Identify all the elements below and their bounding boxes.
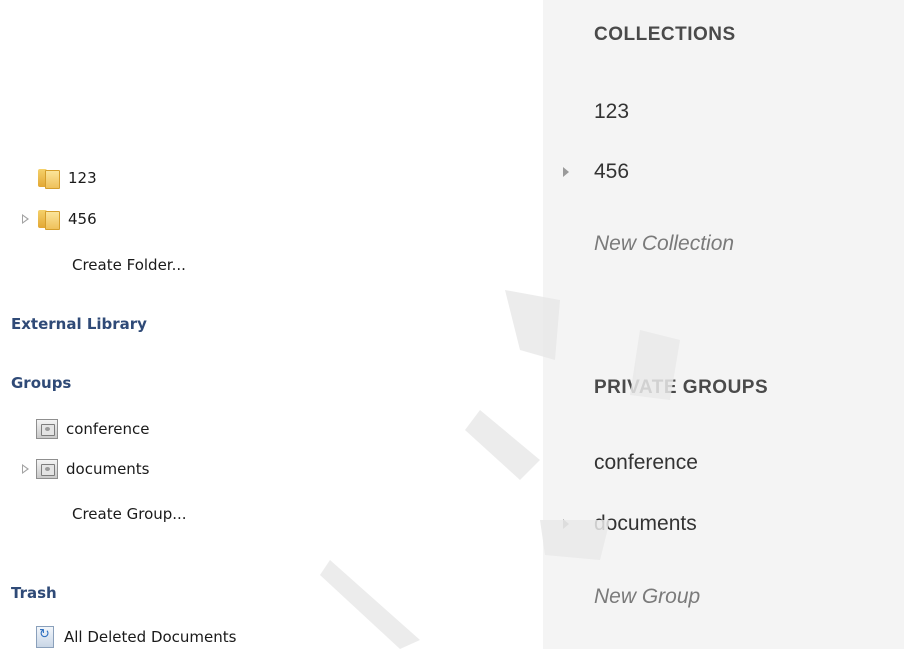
group-icon (36, 459, 58, 479)
group-item-documents[interactable]: documents (18, 457, 150, 481)
expand-triangle-icon[interactable] (21, 214, 29, 224)
groups-heading: Groups (11, 374, 72, 392)
collections-pane: COLLECTIONS 123 456 New Collection PRIVA… (543, 0, 904, 649)
group-icon (36, 419, 58, 439)
folder-label: 123 (68, 169, 97, 187)
all-deleted-documents-item[interactable]: All Deleted Documents (36, 625, 236, 649)
expand-caret-icon[interactable] (563, 167, 569, 177)
group-item-conference[interactable]: conference (18, 417, 150, 441)
recycle-document-icon (36, 626, 54, 648)
new-group-link[interactable]: New Group (594, 585, 700, 609)
folder-icon (36, 208, 60, 230)
private-groups-title: PRIVATE GROUPS (594, 377, 769, 398)
collection-item-456[interactable]: 456 (594, 160, 629, 184)
collections-title: COLLECTIONS (594, 24, 736, 45)
folder-label: 456 (68, 210, 97, 228)
create-group-link[interactable]: Create Group... (72, 505, 187, 523)
expand-caret-icon[interactable] (563, 519, 569, 529)
folder-icon (36, 167, 60, 189)
external-library-link[interactable]: External Library (11, 315, 147, 333)
folder-item-123[interactable]: 123 (18, 166, 97, 190)
expand-triangle-icon[interactable] (21, 464, 29, 474)
group-label: documents (66, 460, 150, 478)
trash-heading[interactable]: Trash (11, 584, 57, 602)
library-tree-pane: 123 456 Create Folder... External Librar… (0, 0, 543, 649)
new-collection-link[interactable]: New Collection (594, 232, 734, 256)
collection-item-123[interactable]: 123 (594, 100, 629, 124)
create-folder-link[interactable]: Create Folder... (72, 256, 186, 274)
private-group-item-conference[interactable]: conference (594, 451, 698, 475)
trash-item-label: All Deleted Documents (64, 628, 237, 646)
group-label: conference (66, 420, 150, 438)
folder-item-456[interactable]: 456 (18, 207, 97, 231)
private-group-item-documents[interactable]: documents (594, 512, 697, 536)
